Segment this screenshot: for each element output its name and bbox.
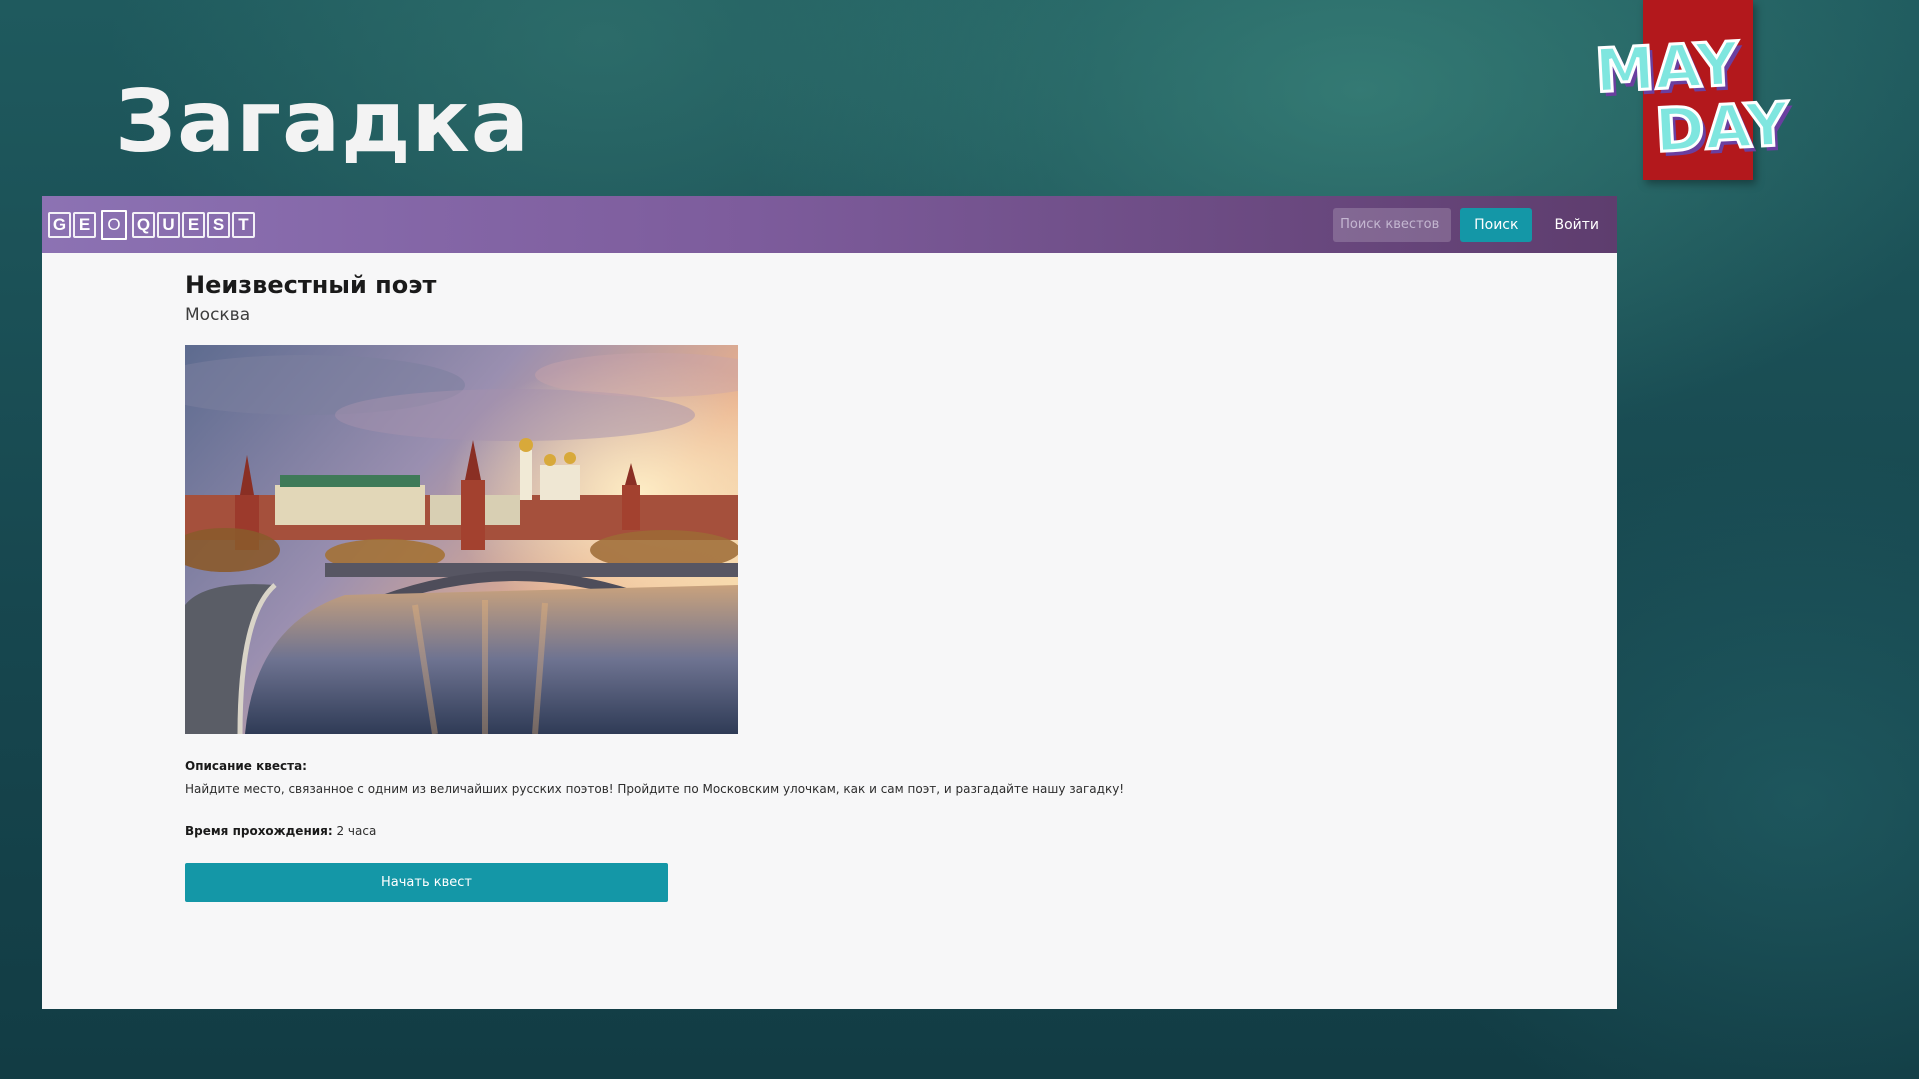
logo-letter: G [48,211,71,238]
moscow-kremlin-illustration [185,345,738,734]
logo-letter: E [73,211,96,238]
duration-label: Время прохождения: [185,824,333,838]
logo-letter: U [157,211,180,238]
start-quest-button[interactable]: Начать квест [185,863,668,902]
duration-value: 2 часа [336,824,377,838]
search-input[interactable] [1333,207,1452,242]
search-button[interactable]: Поиск [1460,207,1533,242]
mayday-logo-line2: DAY [1652,88,1792,168]
description-text: Найдите место, связанное с одним из вели… [185,782,1125,796]
nav-actions: Поиск Войти [1333,196,1617,253]
quest-photo [185,345,738,734]
quest-city: Москва [185,305,251,325]
logo-letter: E [182,211,205,238]
duration-row: Время прохождения: 2 часа [185,824,376,838]
app-window: G E O Q U E S T Поиск Войти Неизвестный … [42,196,1617,1009]
quest-title: Неизвестный поэт [185,271,437,299]
mayday-logo-line1: MAY [1592,28,1742,108]
geoquest-logo[interactable]: G E O Q U E S T [48,209,255,240]
logo-letter: T [232,211,255,238]
login-link[interactable]: Войти [1540,217,1617,233]
description-label: Описание квеста: [185,759,307,773]
logo-letter: Q [132,211,155,238]
logo-letter: S [207,211,230,238]
slide-title: Загадка [115,72,530,172]
logo-letter-boxed: O [101,209,127,240]
navbar: G E O Q U E S T Поиск Войти [42,196,1617,253]
